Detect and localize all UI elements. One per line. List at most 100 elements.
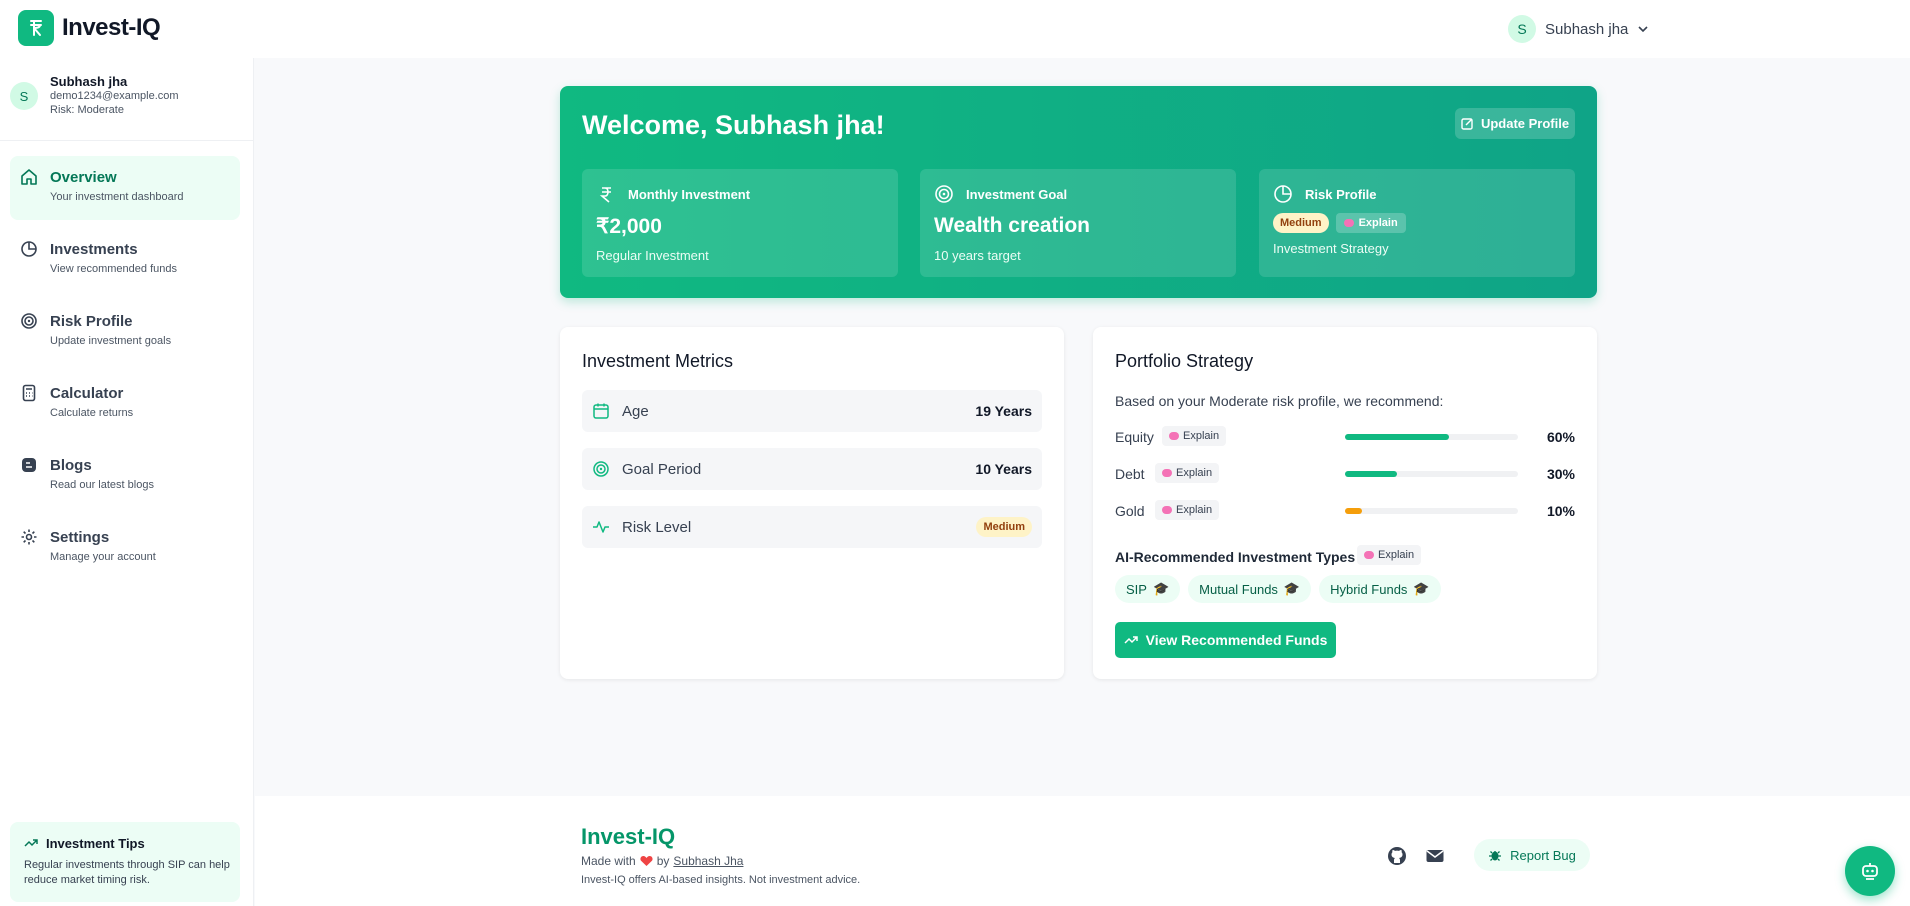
profile-email: demo1234@example.com: [50, 90, 179, 102]
metric-value: 19 Years: [975, 403, 1032, 419]
sidebar-item-sub: Update investment goals: [50, 335, 172, 347]
explain-button[interactable]: Explain: [1155, 500, 1220, 520]
card-label: Risk Profile: [1305, 187, 1377, 202]
sidebar-item-overview[interactable]: Overview Your investment dashboard: [10, 156, 240, 220]
sidebar-item-investments[interactable]: Investments View recommended funds: [10, 228, 240, 292]
portfolio-strategy-card: Portfolio Strategy Based on your Moderat…: [1093, 327, 1597, 679]
explain-button[interactable]: Explain: [1155, 463, 1220, 483]
user-menu-name: Subhash jha: [1545, 20, 1629, 38]
investment-type-chip[interactable]: Mutual Funds 🎓: [1188, 575, 1312, 603]
explain-label: Explain: [1358, 217, 1398, 229]
sidebar-item-settings[interactable]: Settings Manage your account: [10, 516, 240, 580]
profile-risk: Risk: Moderate: [50, 104, 124, 116]
github-icon[interactable]: [1387, 846, 1407, 866]
allocation-name: Equity: [1115, 429, 1154, 445]
report-bug-button[interactable]: Report Bug: [1474, 839, 1590, 871]
activity-icon: [593, 521, 609, 533]
edit-icon: [1461, 118, 1473, 130]
monthly-investment-card: Monthly Investment ₹2,000 Regular Invest…: [582, 169, 898, 277]
ai-recommended-title: AI-Recommended Investment Types: [1115, 549, 1356, 565]
update-profile-button[interactable]: Update Profile: [1455, 108, 1575, 139]
brain-icon: [1343, 219, 1354, 227]
allocation-name: Debt: [1115, 466, 1145, 482]
allocation-percent: 30%: [1546, 466, 1575, 482]
card-value: ₹2,000: [596, 215, 662, 238]
explain-button[interactable]: Explain: [1162, 426, 1227, 446]
allocation-debt: Debt Explain 30%: [1115, 463, 1575, 485]
tips-text: Regular investments through SIP can help…: [24, 859, 230, 886]
card-label: Investment Goal: [966, 187, 1068, 202]
sidebar-item-label: Risk Profile: [50, 313, 133, 330]
risk-badges: Medium Explain: [1273, 213, 1406, 233]
investment-type-chips: SIP 🎓 Mutual Funds 🎓 Hybrid Funds 🎓: [1115, 575, 1441, 603]
footer-made-with: Made with by Subhash Jha: [581, 854, 743, 868]
by-label: by: [656, 854, 670, 868]
metric-goal-period: Goal Period 10 Years: [582, 448, 1042, 490]
app-logo[interactable]: Invest-IQ: [18, 10, 161, 46]
trending-up-icon: [1124, 636, 1138, 644]
allocation-name: Gold: [1115, 503, 1145, 519]
sidebar-item-sub: Manage your account: [50, 551, 156, 563]
app-name: Invest-IQ: [62, 14, 161, 41]
card-label: Monthly Investment: [628, 187, 751, 202]
brain-icon: [1162, 469, 1172, 477]
pie-chart-icon: [1274, 185, 1292, 203]
sidebar-profile: S Subhash jha demo1234@example.com Risk:…: [0, 58, 254, 141]
graduation-cap-icon: 🎓: [1283, 581, 1301, 596]
sidebar-item-calculator[interactable]: Calculator Calculate returns: [10, 372, 240, 436]
user-menu[interactable]: S Subhash jha: [1508, 15, 1649, 43]
allocation-percent: 60%: [1546, 429, 1575, 445]
pie-chart-icon: [21, 241, 37, 257]
risk-profile-card: Risk Profile Medium Explain Investment S…: [1259, 169, 1575, 277]
allocation-equity: Equity Explain 60%: [1115, 426, 1575, 448]
card-sub: 10 years target: [934, 248, 1021, 263]
card-sub: Regular Investment: [596, 248, 709, 263]
brain-icon: [1169, 432, 1179, 440]
brain-icon: [1364, 551, 1374, 559]
investment-tips: Investment Tips Regular investments thro…: [10, 822, 240, 902]
investment-metrics-card: Investment Metrics Age 19 Years Goal Per…: [560, 327, 1064, 679]
view-recommended-funds-button[interactable]: View Recommended Funds: [1115, 622, 1336, 658]
heart-icon: [640, 856, 653, 866]
allocation-bar-fill: [1345, 434, 1449, 440]
rupee-icon: [599, 187, 611, 203]
strategy-subtitle: Based on your Moderate risk profile, we …: [1115, 393, 1444, 409]
card-title: Investment Metrics: [582, 351, 734, 371]
allocation-percent: 10%: [1546, 503, 1575, 519]
target-icon: [935, 185, 953, 203]
sidebar-item-sub: View recommended funds: [50, 263, 177, 275]
sidebar-item-sub: Your investment dashboard: [50, 191, 184, 203]
sidebar-item-blogs[interactable]: Blogs Read our latest blogs: [10, 444, 240, 508]
welcome-banner: Welcome, Subhash jha! Update Profile Mon…: [560, 86, 1597, 298]
sidebar-item-label: Blogs: [50, 457, 92, 474]
card-value: Wealth creation: [934, 214, 1090, 237]
explain-button[interactable]: Explain: [1357, 545, 1422, 565]
investment-type-chip[interactable]: Hybrid Funds 🎓: [1319, 575, 1441, 603]
calculator-icon: [22, 384, 36, 402]
investment-type-chip[interactable]: SIP 🎓: [1115, 575, 1181, 603]
metric-label: Age: [622, 403, 649, 420]
mail-icon[interactable]: [1425, 846, 1445, 866]
chatbot-button[interactable]: [1845, 846, 1895, 896]
calendar-icon: [593, 403, 609, 419]
explain-button[interactable]: Explain: [1335, 213, 1406, 233]
tips-title: Investment Tips: [46, 836, 145, 851]
sidebar-item-sub: Read our latest blogs: [50, 479, 154, 491]
blog-icon: [22, 458, 36, 472]
gear-icon: [21, 529, 37, 545]
allocation-bar: [1345, 434, 1518, 440]
chevron-down-icon: [1638, 26, 1648, 33]
footer-social: [1387, 846, 1445, 866]
author-link[interactable]: Subhash Jha: [673, 854, 743, 868]
sidebar-item-label: Settings: [50, 529, 110, 546]
investment-goal-card: Investment Goal Wealth creation 10 years…: [920, 169, 1236, 277]
allocation-bar-fill: [1345, 471, 1397, 477]
sidebar-item-sub: Calculate returns: [50, 407, 134, 419]
sidebar-item-label: Calculator: [50, 385, 124, 402]
allocation-bar: [1345, 471, 1518, 477]
metric-value: 10 Years: [975, 461, 1032, 477]
allocation-bar: [1345, 508, 1518, 514]
logo-icon: [18, 10, 54, 46]
sidebar-item-risk-profile[interactable]: Risk Profile Update investment goals: [10, 300, 240, 364]
explain-label: Explain: [1176, 504, 1213, 516]
